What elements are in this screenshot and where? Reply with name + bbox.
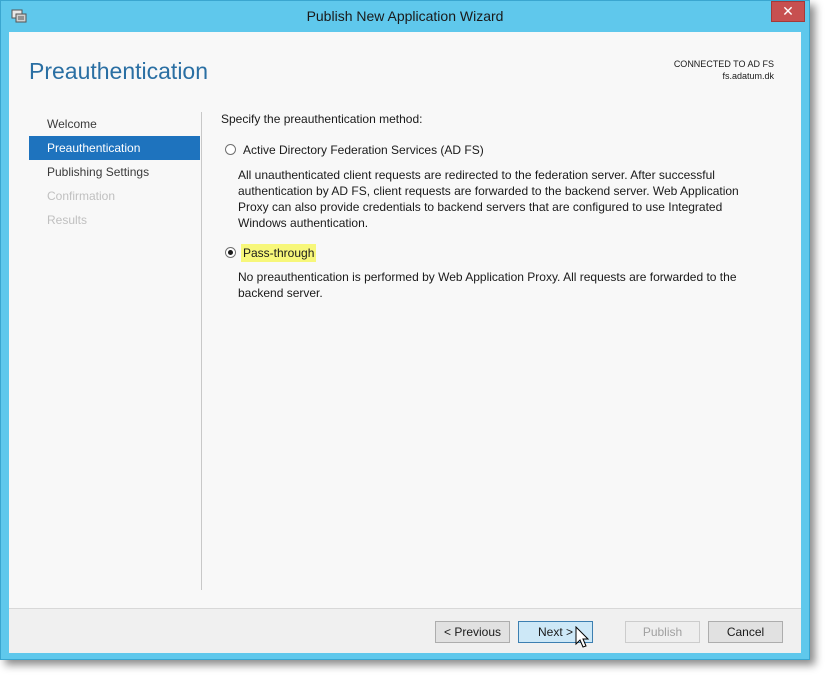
nav-item-results: Results — [47, 213, 88, 227]
nav-item-preauthentication[interactable]: Preauthentication — [29, 136, 200, 160]
window-title: Publish New Application Wizard — [306, 8, 504, 24]
radio-adfs[interactable] — [225, 144, 236, 155]
nav-divider — [201, 112, 202, 590]
connection-status: CONNECTED TO AD FS fs.adatum.dk — [674, 58, 774, 82]
server-name: fs.adatum.dk — [722, 71, 774, 81]
connected-label: CONNECTED TO AD FS — [673, 59, 774, 69]
wizard-body: Preauthentication CONNECTED TO AD FS fs.… — [9, 32, 801, 653]
close-icon: ✕ — [782, 3, 794, 19]
cancel-button[interactable]: Cancel — [708, 621, 783, 643]
main-content: Specify the preauthentication method: Ac… — [221, 112, 781, 300]
close-button[interactable]: ✕ — [771, 1, 805, 22]
option-adfs-description: All unauthenticated client requests are … — [238, 168, 739, 230]
nav-item-confirmation: Confirmation — [47, 189, 116, 203]
option-adfs-label[interactable]: Active Directory Federation Services (AD… — [241, 141, 486, 159]
radio-pass-through[interactable] — [225, 247, 236, 258]
wizard-window: Publish New Application Wizard ✕ Preauth… — [0, 0, 810, 660]
method-prompt: Specify the preauthentication method: — [221, 112, 423, 126]
option-pass-through-description: No preauthentication is performed by Web… — [238, 270, 737, 300]
title-bar[interactable]: Publish New Application Wizard ✕ — [1, 1, 809, 31]
publish-button: Publish — [625, 621, 700, 643]
nav-item-welcome[interactable]: Welcome — [29, 112, 200, 136]
nav-item-publishing-settings[interactable]: Publishing Settings — [29, 160, 200, 184]
mouse-pointer-icon — [575, 626, 590, 648]
wizard-footer: < Previous Next > Publish Cancel — [9, 609, 801, 653]
wizard-steps-nav: Welcome Preauthentication Publishing Set… — [29, 112, 200, 232]
page-title: Preauthentication — [29, 58, 209, 84]
option-pass-through-label[interactable]: Pass-through — [241, 244, 317, 262]
previous-button[interactable]: < Previous — [435, 621, 510, 643]
